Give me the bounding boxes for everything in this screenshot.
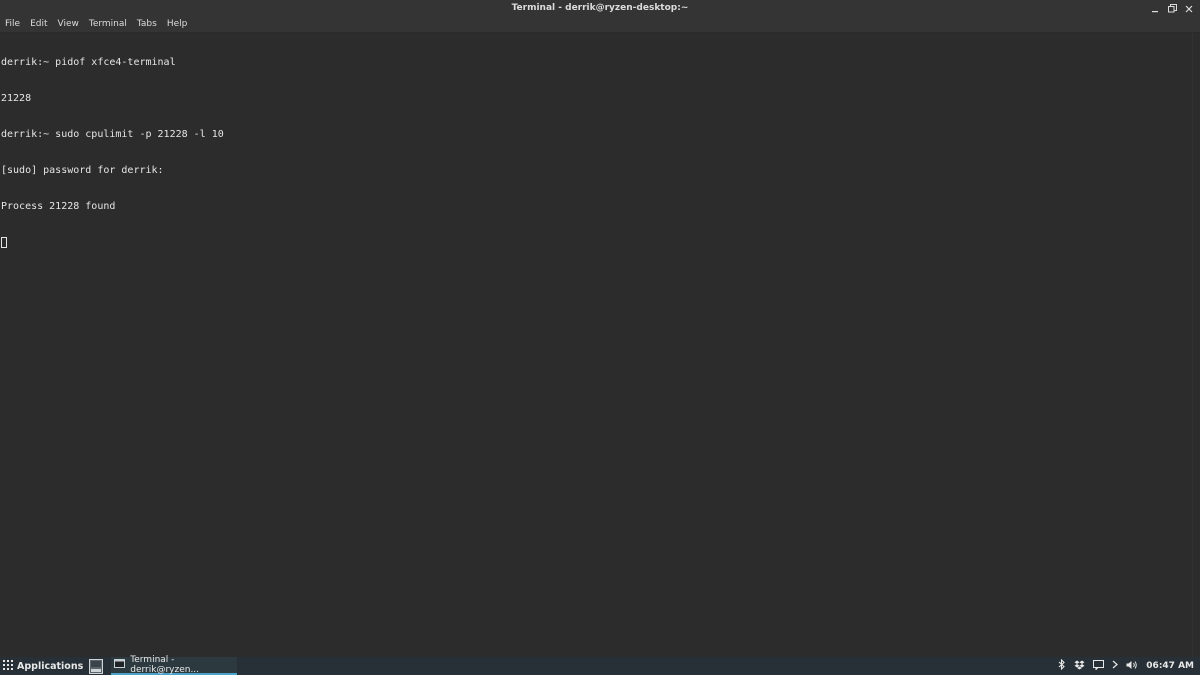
menu-bar: File Edit View Terminal Tabs Help	[0, 17, 1200, 33]
text-cursor	[1, 237, 7, 248]
menu-edit[interactable]: Edit	[25, 17, 52, 32]
terminal-line: [sudo] password for derrik:	[1, 165, 164, 176]
clock[interactable]: 06:47 AM	[1146, 661, 1194, 671]
task-terminal[interactable]: Terminal - derrik@ryzen...	[111, 655, 238, 675]
maximize-icon[interactable]	[1167, 4, 1177, 14]
volume-icon[interactable]	[1126, 660, 1138, 673]
title-bar[interactable]: Terminal - derrik@ryzen-desktop:~	[0, 0, 1200, 17]
bluetooth-icon[interactable]	[1058, 658, 1066, 673]
taskbar: Applications Terminal - derrik@ryzen... …	[0, 655, 1200, 675]
window-controls	[1150, 0, 1194, 17]
menu-terminal[interactable]: Terminal	[84, 17, 132, 32]
notification-icon[interactable]	[1093, 659, 1105, 673]
terminal-output[interactable]: derrik:~ pidof xfce4-terminal 21228 derr…	[0, 33, 1193, 657]
terminal-window: Terminal - derrik@ryzen-desktop:~ File E…	[0, 0, 1200, 657]
applications-menu-button[interactable]: Applications	[0, 657, 83, 675]
menu-help[interactable]: Help	[162, 17, 193, 32]
terminal-line: derrik:~ pidof xfce4-terminal	[1, 57, 176, 68]
terminal-app-icon	[114, 659, 126, 671]
terminal-line: derrik:~ sudo cpulimit -p 21228 -l 10	[1, 129, 224, 140]
desktop-icon	[88, 658, 103, 674]
menu-tabs[interactable]: Tabs	[132, 17, 162, 32]
minimize-icon[interactable]	[1150, 4, 1160, 14]
terminal-line: Process 21228 found	[1, 201, 116, 212]
show-desktop-button[interactable]	[88, 658, 103, 674]
window-title: Terminal - derrik@ryzen-desktop:~	[511, 3, 689, 13]
terminal-cursor-line	[1, 237, 1193, 249]
close-icon[interactable]	[1184, 4, 1194, 14]
menu-view[interactable]: View	[53, 17, 84, 32]
terminal-line: 21228	[1, 93, 32, 104]
chevron-right-icon[interactable]	[1112, 660, 1119, 672]
task-terminal-label: Terminal - derrik@ryzen...	[130, 655, 200, 675]
menu-file[interactable]: File	[0, 17, 25, 32]
dropbox-icon[interactable]	[1074, 660, 1085, 673]
system-tray: 06:47 AM	[1058, 657, 1194, 675]
scrollbar[interactable]	[1192, 33, 1200, 657]
applications-label: Applications	[17, 660, 84, 672]
apps-grid-icon	[3, 659, 13, 673]
